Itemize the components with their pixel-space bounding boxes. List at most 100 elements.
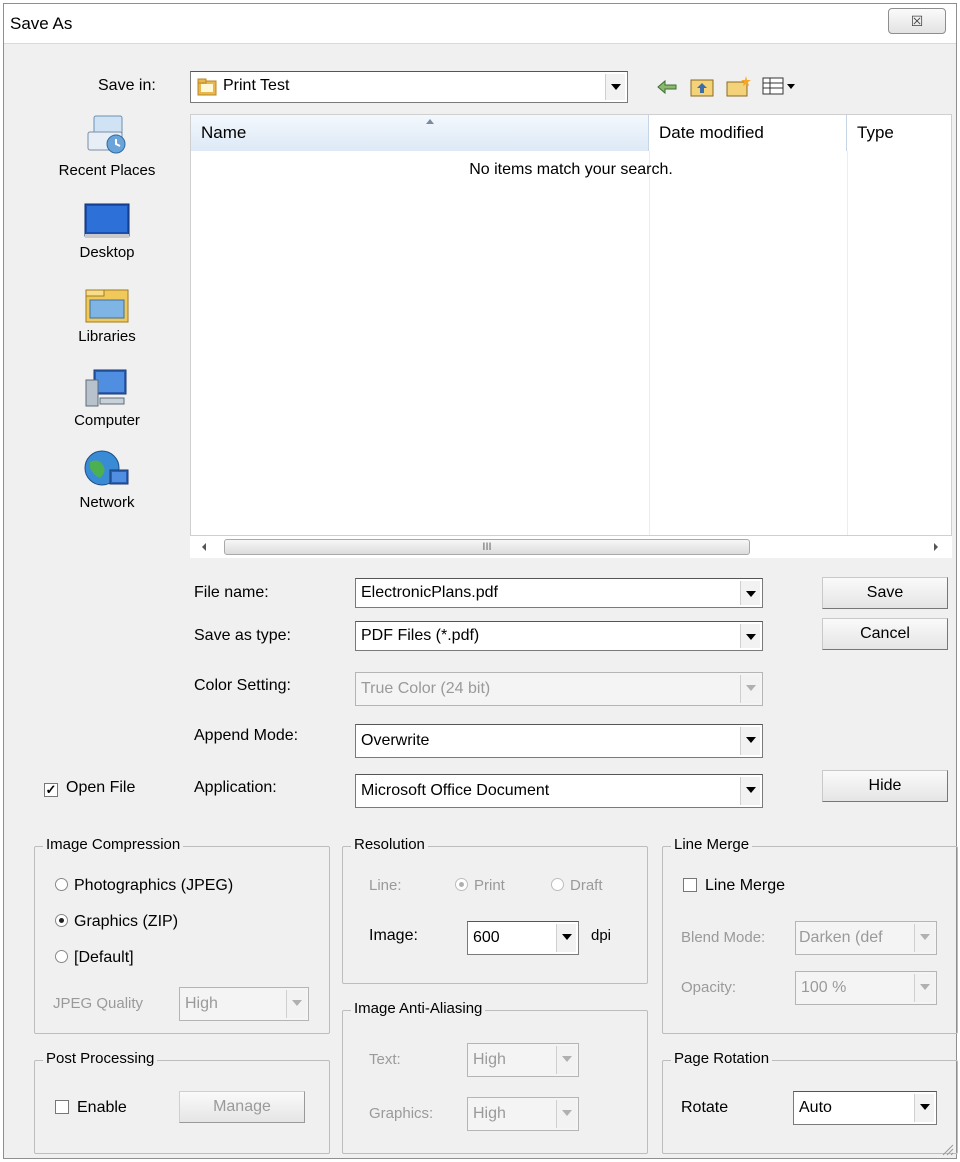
- horizontal-scrollbar[interactable]: III: [190, 536, 952, 558]
- group-title: Image Compression: [43, 836, 184, 853]
- column-header-name[interactable]: Name: [191, 115, 649, 151]
- image-compression-group: Image Compression Photographics (JPEG) G…: [34, 836, 330, 1034]
- append-mode-dropdown[interactable]: Overwrite: [355, 724, 763, 758]
- radio-default[interactable]: [Default]: [55, 949, 134, 967]
- chevron-down-icon[interactable]: [740, 727, 760, 755]
- save-in-value: Print Test: [223, 77, 290, 94]
- enable-checkbox[interactable]: Enable: [55, 1099, 127, 1117]
- radio-line-draft[interactable]: Draft: [551, 877, 603, 894]
- graphics-aa-value: High: [473, 1105, 506, 1122]
- resolution-group: Resolution Line: Print Draft Image: 600 …: [342, 836, 648, 984]
- up-folder-icon[interactable]: [690, 76, 714, 98]
- radio-selected-icon: [55, 914, 68, 927]
- blend-mode-label: Blend Mode:: [681, 929, 766, 946]
- text-aa-dropdown[interactable]: High: [467, 1043, 579, 1077]
- radio-photographics-jpeg[interactable]: Photographics (JPEG): [55, 877, 233, 895]
- append-mode-value: Overwrite: [361, 732, 430, 749]
- column-header-type[interactable]: Type: [847, 115, 951, 151]
- checkbox-label: Line Merge: [705, 877, 786, 894]
- new-folder-icon[interactable]: [726, 74, 752, 98]
- scrollbar-thumb[interactable]: III: [224, 539, 750, 555]
- line-merge-group: Line Merge Line Merge Blend Mode: Darken…: [662, 836, 958, 1034]
- column-divider: [847, 151, 848, 535]
- graphics-aa-label: Graphics:: [369, 1105, 434, 1122]
- hide-button[interactable]: Hide: [822, 770, 948, 802]
- radio-line-print[interactable]: Print: [455, 877, 505, 894]
- append-mode-label: Append Mode:: [194, 727, 299, 744]
- scroll-right-icon[interactable]: [932, 542, 940, 552]
- recent-places-icon: [87, 115, 126, 154]
- scroll-grip: III: [482, 541, 492, 553]
- chevron-down-icon[interactable]: [556, 924, 576, 952]
- blend-mode-dropdown[interactable]: Darken (def: [795, 921, 937, 955]
- save-in-dropdown[interactable]: Print Test: [190, 71, 628, 103]
- chevron-down-icon[interactable]: [740, 624, 760, 648]
- checkbox-icon: [683, 878, 697, 892]
- cancel-button[interactable]: Cancel: [822, 618, 948, 650]
- radio-icon: [551, 878, 564, 891]
- page-rotation-group: Page Rotation Rotate Auto: [662, 1050, 958, 1154]
- radio-label: Print: [474, 877, 505, 894]
- view-menu-icon[interactable]: [762, 76, 798, 96]
- place-recent-places[interactable]: Recent Places: [42, 110, 172, 179]
- opacity-value: 100 %: [801, 979, 847, 996]
- column-header-date-modified[interactable]: Date modified: [649, 115, 847, 151]
- place-network[interactable]: Network: [42, 448, 172, 511]
- chevron-down-icon[interactable]: [914, 974, 934, 1002]
- jpeg-quality-dropdown[interactable]: High: [179, 987, 309, 1021]
- save-as-type-dropdown[interactable]: PDF Files (*.pdf): [355, 621, 763, 651]
- radio-icon: [55, 878, 68, 891]
- close-button[interactable]: ☒: [888, 8, 946, 34]
- network-icon: [84, 450, 129, 486]
- place-label: Computer: [74, 412, 140, 429]
- opacity-label: Opacity:: [681, 979, 737, 996]
- file-list[interactable]: Name Date modified Type No items match y…: [190, 114, 952, 536]
- place-desktop[interactable]: Desktop: [42, 202, 172, 261]
- chevron-down-icon[interactable]: [556, 1100, 576, 1128]
- file-name-label: File name:: [194, 584, 269, 601]
- line-merge-checkbox[interactable]: Line Merge: [683, 877, 785, 895]
- graphics-aa-dropdown[interactable]: High: [467, 1097, 579, 1131]
- radio-label: Graphics (ZIP): [74, 913, 179, 930]
- rotate-label: Rotate: [681, 1099, 729, 1116]
- save-as-type-label: Save as type:: [194, 627, 291, 644]
- image-resolution-dropdown[interactable]: 600: [467, 921, 579, 955]
- radio-selected-icon: [455, 878, 468, 891]
- application-dropdown[interactable]: Microsoft Office Document: [355, 774, 763, 808]
- chevron-down-icon[interactable]: [740, 777, 760, 805]
- opacity-dropdown[interactable]: 100 %: [795, 971, 937, 1005]
- chevron-down-icon[interactable]: [286, 990, 306, 1018]
- sort-ascending-icon: [426, 119, 434, 124]
- group-title: Page Rotation: [671, 1050, 773, 1067]
- radio-label: Photographics (JPEG): [74, 877, 234, 894]
- title-bar: Save As ☒: [4, 4, 956, 44]
- open-file-checkbox[interactable]: ✓ Open File: [44, 779, 135, 797]
- column-header-label: Date modified: [659, 123, 764, 142]
- rotate-value: Auto: [799, 1099, 832, 1116]
- chevron-down-icon[interactable]: [740, 581, 760, 605]
- radio-label: [Default]: [74, 949, 134, 966]
- radio-graphics-zip[interactable]: Graphics (ZIP): [55, 913, 178, 931]
- image-resolution-label: Image:: [369, 927, 418, 944]
- chevron-down-icon[interactable]: [605, 74, 625, 100]
- place-computer[interactable]: Computer: [42, 366, 172, 429]
- place-libraries[interactable]: Libraries: [42, 286, 172, 345]
- back-arrow-icon[interactable]: [656, 78, 678, 96]
- image-anti-aliasing-group: Image Anti-Aliasing Text: High Graphics:…: [342, 1000, 648, 1154]
- resize-grip-icon[interactable]: [940, 1142, 954, 1156]
- chevron-down-icon[interactable]: [556, 1046, 576, 1074]
- file-name-value: ElectronicPlans.pdf: [361, 584, 498, 601]
- chevron-down-icon[interactable]: [914, 1094, 934, 1122]
- place-label: Desktop: [79, 244, 135, 261]
- chevron-down-icon[interactable]: [914, 924, 934, 952]
- file-name-input[interactable]: ElectronicPlans.pdf: [355, 578, 763, 608]
- scroll-left-icon[interactable]: [200, 542, 208, 552]
- blend-mode-value: Darken (def: [799, 929, 883, 946]
- save-button[interactable]: Save: [822, 577, 948, 609]
- group-title: Line Merge: [671, 836, 753, 853]
- color-setting-dropdown[interactable]: True Color (24 bit): [355, 672, 763, 706]
- checkbox-label: Enable: [77, 1099, 127, 1116]
- rotate-dropdown[interactable]: Auto: [793, 1091, 937, 1125]
- manage-button[interactable]: Manage: [179, 1091, 305, 1123]
- chevron-down-icon[interactable]: [740, 675, 760, 703]
